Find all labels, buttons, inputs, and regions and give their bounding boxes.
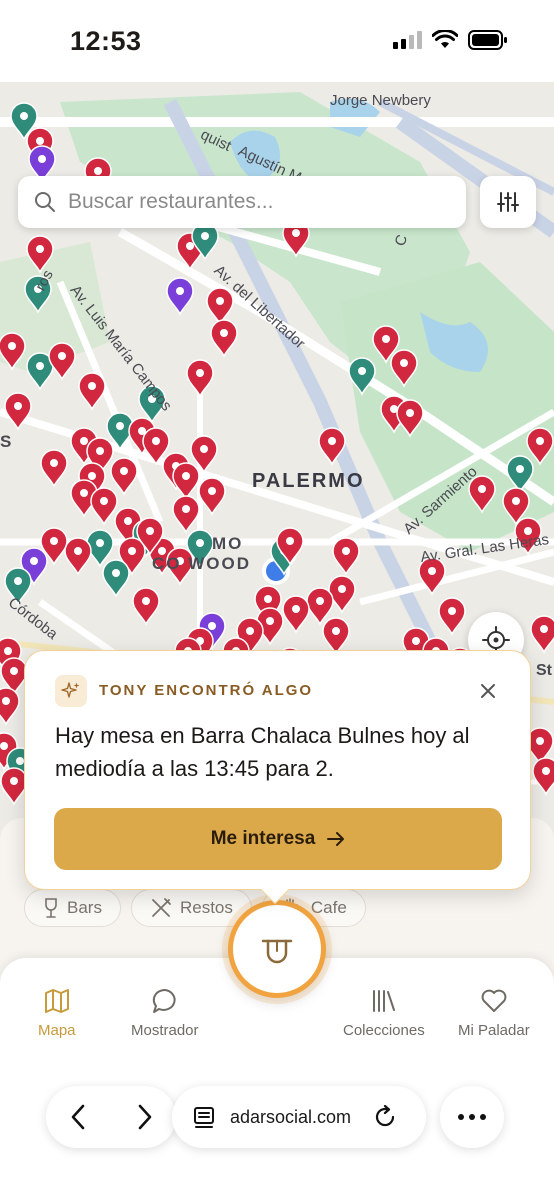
restaurant-pin[interactable] <box>282 595 310 634</box>
tony-suggestion-card: TONY ENCONTRÓ ALGO Hay mesa en Barra Cha… <box>24 650 531 905</box>
nav-label: Mapa <box>38 1022 76 1039</box>
me-interesa-button[interactable]: Me interesa <box>54 808 502 870</box>
restaurant-pin[interactable] <box>172 495 200 534</box>
map-label-mo: MO <box>212 534 244 553</box>
restaurant-pin[interactable] <box>132 587 160 626</box>
fork-knife-icon <box>152 898 171 917</box>
restaurant-pin[interactable] <box>4 392 32 431</box>
wine-glass-icon <box>45 898 57 918</box>
restaurant-pin[interactable] <box>102 559 130 598</box>
reader-icon[interactable] <box>192 1105 216 1129</box>
wifi-icon <box>432 30 458 48</box>
restaurant-pin[interactable] <box>172 462 200 501</box>
nav-item-colecciones[interactable]: Colecciones <box>343 988 425 1039</box>
url-bar[interactable]: adarsocial.com <box>172 1086 426 1148</box>
map-label-s: S <box>0 432 12 451</box>
nav-item-mostrador[interactable]: Mostrador <box>131 988 199 1039</box>
restaurant-pin[interactable] <box>332 537 360 576</box>
restaurant-pin[interactable] <box>0 687 20 726</box>
search-icon <box>35 192 55 212</box>
map-label-newbery: Jorge Newbery <box>330 92 431 109</box>
back-icon[interactable] <box>69 1103 89 1131</box>
search-input[interactable] <box>68 190 428 214</box>
reload-icon[interactable] <box>373 1105 397 1129</box>
nav-label: Mi Paladar <box>458 1022 530 1039</box>
restaurant-pin[interactable] <box>396 399 424 438</box>
sparkles-icon <box>55 675 87 707</box>
restaurant-pin[interactable] <box>210 319 238 358</box>
restaurant-pin[interactable] <box>206 287 234 326</box>
restaurant-pin[interactable] <box>48 342 76 381</box>
nav-item-mi-paladar[interactable]: Mi Paladar <box>458 988 530 1039</box>
close-icon <box>481 684 495 698</box>
restaurant-pin[interactable] <box>322 617 350 656</box>
restaurant-pin[interactable] <box>110 457 138 496</box>
cell-signal-icon <box>393 31 422 49</box>
tongue-face-icon <box>261 939 293 964</box>
restaurant-pin[interactable] <box>526 427 554 466</box>
restaurant-pin[interactable] <box>506 455 534 494</box>
more-icon <box>458 1114 486 1120</box>
chip-bars[interactable]: Bars <box>24 889 121 927</box>
chip-label: Cafe <box>310 898 347 917</box>
restaurant-pin[interactable] <box>306 587 334 626</box>
restaurant-pin[interactable] <box>186 359 214 398</box>
arrow-right-icon <box>327 832 345 846</box>
restaurant-pin[interactable] <box>348 357 376 396</box>
nav-label: Mostrador <box>131 1022 199 1039</box>
restaurant-pin[interactable] <box>78 372 106 411</box>
map-label-wood: CO WOOD <box>152 554 251 573</box>
restaurant-pin[interactable] <box>532 757 554 796</box>
chip-restos[interactable]: Restos <box>130 889 252 927</box>
url-text: adarsocial.com <box>230 1106 352 1127</box>
status-bar: 12:53 <box>0 0 554 82</box>
cta-label: Me interesa <box>210 828 316 849</box>
map-icon <box>44 989 69 1013</box>
restaurant-pin[interactable] <box>0 332 26 371</box>
forward-icon[interactable] <box>134 1103 154 1131</box>
filter-button[interactable] <box>480 176 536 228</box>
restaurant-pin[interactable] <box>328 575 356 614</box>
status-icons <box>393 30 508 50</box>
restaurant-pin[interactable] <box>530 615 554 654</box>
restaurant-pin[interactable] <box>40 449 68 488</box>
restaurant-pin[interactable] <box>26 235 54 274</box>
map-district-label: PALERMO <box>252 470 365 492</box>
heart-icon <box>481 989 507 1012</box>
search-bar[interactable] <box>18 176 466 228</box>
chip-label: Bars <box>67 898 102 917</box>
restaurant-pin[interactable] <box>198 477 226 516</box>
restaurant-pin[interactable] <box>390 349 418 388</box>
chat-bubble-icon <box>152 988 176 1013</box>
nav-item-mapa[interactable]: Mapa <box>38 988 76 1039</box>
restaurant-pin[interactable] <box>90 487 118 526</box>
restaurant-pin[interactable] <box>438 597 466 636</box>
status-time: 12:53 <box>70 26 142 56</box>
restaurant-pin[interactable] <box>318 427 346 466</box>
restaurant-pin[interactable] <box>166 277 194 316</box>
card-message: Hay mesa en Barra Chalaca Bulnes hoy al … <box>55 723 470 781</box>
nav-label: Colecciones <box>343 1022 425 1039</box>
more-button[interactable] <box>440 1086 504 1148</box>
chip-label: Restos <box>179 898 233 917</box>
library-icon <box>372 990 395 1012</box>
card-title: TONY ENCONTRÓ ALGO <box>99 682 314 699</box>
battery-icon <box>468 30 507 50</box>
restaurant-pin[interactable] <box>64 537 92 576</box>
sliders-icon <box>497 192 519 212</box>
map-label-st: St <box>536 662 552 679</box>
browser-nav-group <box>46 1086 176 1148</box>
close-button[interactable] <box>476 679 500 703</box>
tony-button[interactable] <box>228 900 326 998</box>
